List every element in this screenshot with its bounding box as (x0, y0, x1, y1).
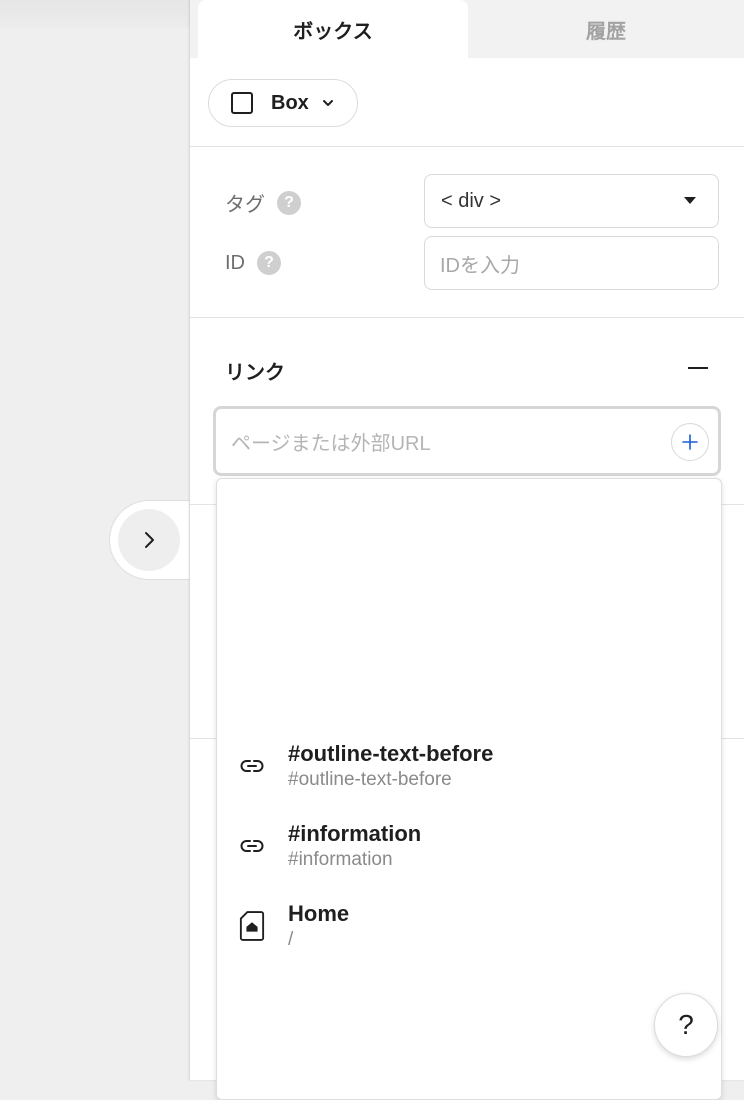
top-bar (0, 0, 190, 28)
tab-box[interactable]: ボックス (198, 0, 468, 58)
help-button[interactable]: ? (654, 993, 718, 1057)
suggestion-subtitle: #information (288, 849, 393, 870)
tab-history[interactable]: 履歴 (468, 0, 744, 58)
tag-row-label: タグ ? (225, 188, 301, 217)
chevron-right-icon (118, 509, 180, 571)
help-question-icon[interactable]: ? (257, 251, 281, 275)
tag-select-value: < div > (441, 189, 502, 212)
link-icon (239, 833, 265, 859)
element-type-selector[interactable]: Box (208, 79, 358, 127)
id-input[interactable]: IDを入力 (424, 236, 719, 290)
chevron-down-icon (322, 100, 333, 106)
panel-toggle-button[interactable] (109, 500, 189, 580)
home-page-icon (239, 909, 265, 943)
tag-select[interactable]: < div > (424, 174, 719, 228)
link-icon (239, 753, 265, 779)
box-element-icon (231, 92, 253, 114)
link-suggestions-dropdown: #outline-text-before #outline-text-befor… (216, 478, 722, 1100)
link-section-title: リンク (225, 362, 285, 384)
help-question-icon[interactable]: ? (277, 190, 301, 215)
divider (190, 146, 744, 147)
link-url-input[interactable]: ページまたは外部URL (213, 406, 721, 476)
suggestion-subtitle: / (288, 929, 294, 950)
link-url-placeholder: ページまたは外部URL (231, 432, 431, 455)
element-type-label: Box (271, 91, 309, 114)
suggestion-title: #information (288, 821, 422, 846)
caret-down-icon (684, 197, 696, 204)
tag-label: タグ (225, 194, 265, 216)
suggestion-title: #outline-text-before (288, 741, 494, 766)
plus-icon (682, 434, 698, 450)
suggestion-item[interactable]: Home / (217, 901, 721, 971)
suggestion-item[interactable]: #outline-text-before #outline-text-befor… (217, 741, 721, 811)
id-input-placeholder: IDを入力 (440, 254, 520, 277)
add-link-button[interactable] (671, 423, 709, 461)
suggestion-subtitle: #outline-text-before (288, 769, 452, 790)
id-row-label: ID ? (225, 251, 281, 275)
tab-bar: ボックス 履歴 (190, 0, 744, 58)
suggestion-item[interactable]: #information #information (217, 821, 721, 891)
suggestion-title: Home (288, 901, 350, 926)
divider (190, 317, 744, 318)
id-label: ID (225, 251, 245, 274)
collapse-minus-icon[interactable] (688, 367, 708, 369)
